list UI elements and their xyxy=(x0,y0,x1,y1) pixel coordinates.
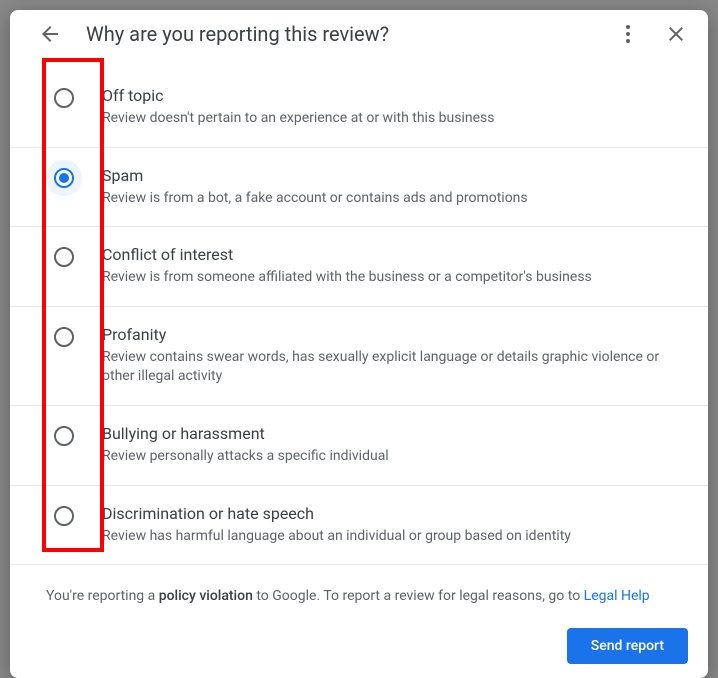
option-description: Review is from a bot, a fake account or … xyxy=(102,189,684,209)
option-row[interactable]: Bullying or harassment Review personally … xyxy=(10,406,708,486)
option-description: Review is from someone affiliated with t… xyxy=(102,268,684,288)
arrow-left-icon xyxy=(38,22,62,46)
option-text: Bullying or harassment Review personally … xyxy=(102,424,684,467)
footer-middle: to Google. To report a review for legal … xyxy=(253,588,584,604)
send-report-button[interactable]: Send report xyxy=(567,628,688,664)
options-list: Off topic Review doesn't pertain to an ex… xyxy=(10,58,708,574)
more-vert-icon xyxy=(616,22,640,46)
option-row[interactable]: Off topic Review doesn't pertain to an ex… xyxy=(10,58,708,148)
option-title: Profanity xyxy=(102,325,684,344)
radio-button[interactable] xyxy=(54,168,74,188)
option-text: Conflict of interest Review is from someo… xyxy=(102,245,684,288)
option-title: Off topic xyxy=(102,86,684,105)
back-button[interactable] xyxy=(38,22,62,46)
close-icon xyxy=(664,22,688,46)
radio-button[interactable] xyxy=(54,426,74,446)
option-row[interactable]: Profanity Review contains swear words, ha… xyxy=(10,307,708,406)
radio-button[interactable] xyxy=(54,247,74,267)
footer-prefix: You're reporting a xyxy=(46,588,159,604)
radio-button[interactable] xyxy=(54,506,74,526)
option-title: Spam xyxy=(102,166,684,185)
option-title: Discrimination or hate speech xyxy=(102,504,684,523)
option-description: Review has harmful language about an ind… xyxy=(102,527,684,547)
option-row[interactable]: Personal informationContains personal in… xyxy=(10,565,708,574)
report-modal: Why are you reporting this review? Off t… xyxy=(10,10,708,678)
option-text: Discrimination or hate speech Review has … xyxy=(102,504,684,547)
option-row[interactable]: Spam Review is from a bot, a fake account… xyxy=(10,148,708,228)
option-row[interactable]: Conflict of interest Review is from someo… xyxy=(10,227,708,307)
radio-button[interactable] xyxy=(54,327,74,347)
header-actions xyxy=(616,22,688,46)
footer-info: You're reporting a policy violation to G… xyxy=(10,574,708,618)
option-row[interactable]: Discrimination or hate speech Review has … xyxy=(10,486,708,566)
option-text: Spam Review is from a bot, a fake account… xyxy=(102,166,684,209)
more-options-button[interactable] xyxy=(616,22,640,46)
option-description: Review doesn't pertain to an experience … xyxy=(102,109,684,129)
footer-strong: policy violation xyxy=(159,588,253,604)
option-title: Bullying or harassment xyxy=(102,424,684,443)
option-title: Conflict of interest xyxy=(102,245,684,264)
modal-title: Why are you reporting this review? xyxy=(86,22,592,46)
radio-button[interactable] xyxy=(54,88,74,108)
option-text: Off topic Review doesn't pertain to an ex… xyxy=(102,86,684,129)
legal-help-link[interactable]: Legal Help xyxy=(584,588,650,604)
option-description: Review contains swear words, has sexuall… xyxy=(102,348,684,387)
footer-actions: Send report xyxy=(10,618,708,678)
modal-header: Why are you reporting this review? xyxy=(10,10,708,58)
close-button[interactable] xyxy=(664,22,688,46)
option-description: Review personally attacks a specific ind… xyxy=(102,447,684,467)
option-text: Profanity Review contains swear words, ha… xyxy=(102,325,684,387)
